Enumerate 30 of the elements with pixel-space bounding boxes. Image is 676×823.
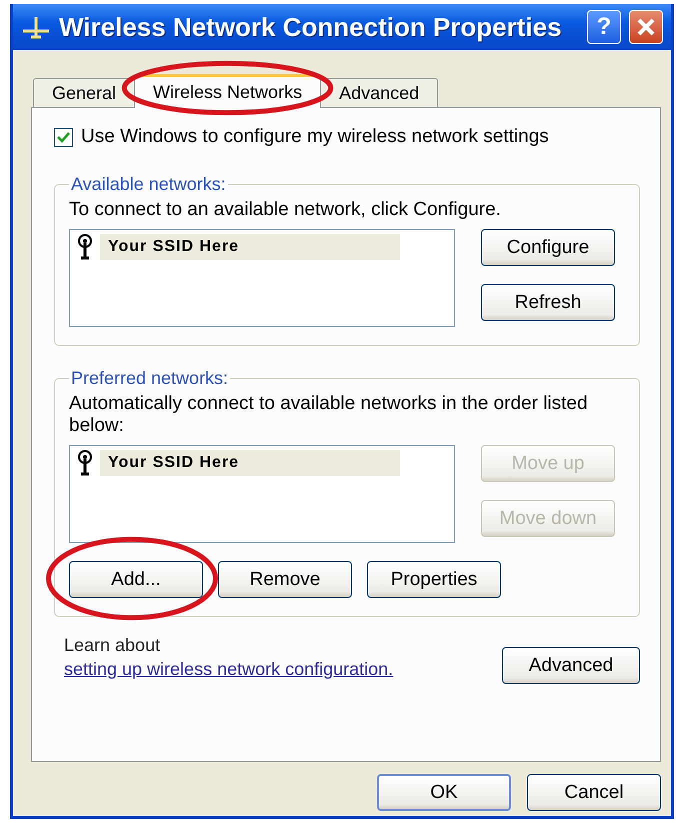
learn-more-text: Learn about setting up wireless network configuration.: [64, 634, 394, 681]
checkbox[interactable]: [54, 128, 73, 146]
network-icon: [21, 15, 51, 39]
network-item[interactable]: Your SSID Here: [100, 450, 400, 476]
window-title: Wireless Network Connection Properties: [59, 12, 563, 42]
help-button[interactable]: ?: [587, 10, 621, 44]
instruction-text: Automatically connect to available networks in the order listed below:: [69, 393, 589, 437]
tab[interactable]: Advanced: [320, 78, 438, 108]
tab[interactable]: Wireless Networks: [134, 74, 322, 108]
network-list[interactable]: Your SSID Here: [69, 229, 455, 327]
group-title: Available networks:: [70, 174, 227, 195]
help-link[interactable]: setting up wireless network configuration.: [64, 659, 394, 679]
network-list[interactable]: Your SSID Here: [69, 445, 455, 543]
dialog-button[interactable]: Cancel: [527, 774, 661, 811]
list-button[interactable]: Add...: [69, 561, 203, 598]
antenna-icon: [76, 450, 94, 476]
side-button[interactable]: Configure: [481, 229, 615, 266]
group-title: Preferred networks:: [70, 368, 230, 389]
instruction-text: To connect to an available network, click Configure.: [69, 199, 502, 221]
list-button[interactable]: Remove: [218, 561, 352, 598]
side-button[interactable]: Refresh: [481, 284, 615, 321]
tab[interactable]: General: [33, 78, 136, 108]
close-button[interactable]: [629, 10, 663, 44]
advanced-button[interactable]: Advanced: [502, 647, 640, 684]
close-icon: [636, 17, 656, 37]
network-item[interactable]: Your SSID Here: [100, 234, 400, 260]
checkbox-label: Use Windows to configure my wireless network settings: [81, 126, 549, 148]
list-button[interactable]: Properties: [367, 561, 501, 598]
dialog-button[interactable]: OK: [377, 774, 511, 811]
antenna-icon: [76, 234, 94, 260]
